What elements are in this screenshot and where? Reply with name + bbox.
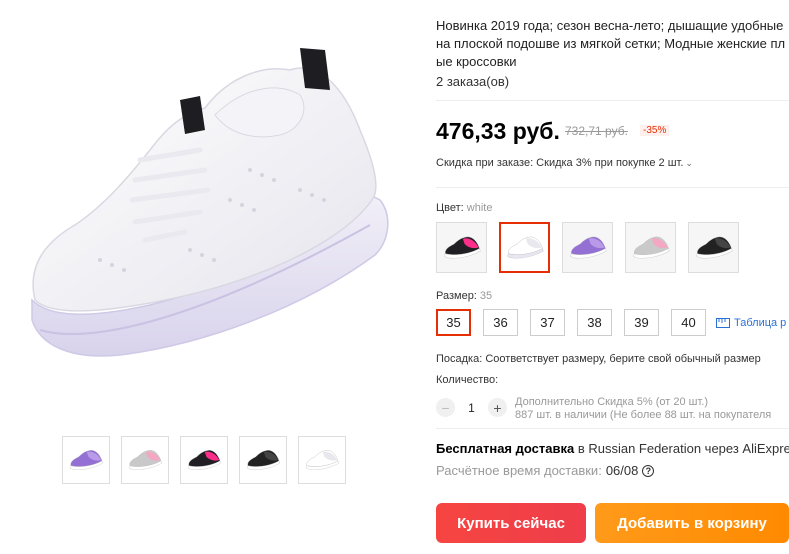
color-selected-value: white	[466, 202, 493, 214]
color-swatch-image	[443, 236, 481, 259]
buy-now-button[interactable]: Купить сейчас	[436, 503, 586, 543]
thumbnail-shoe-image	[187, 450, 222, 471]
size-selected-value: 35	[479, 290, 493, 302]
size-option-35[interactable]: 35	[436, 309, 471, 336]
orders-count: 2 заказа(ов)	[436, 74, 510, 89]
main-product-image[interactable]	[0, 0, 405, 415]
thumbnail-shoe-image	[128, 450, 163, 471]
product-title-line: Новинка 2019 года; сезон весна-лето; дыш…	[436, 18, 784, 33]
color-label-text: Цвет:	[436, 202, 467, 214]
color-option-purple[interactable]	[562, 222, 613, 273]
size-option-40[interactable]: 40	[671, 309, 706, 336]
color-options	[436, 222, 739, 273]
size-table-label: Таблица р	[734, 316, 787, 329]
discount-badge: -35%	[640, 125, 670, 136]
shipping-info: Бесплатная доставка в Russian Federation…	[436, 441, 789, 456]
size-option-36[interactable]: 36	[483, 309, 518, 336]
size-label-text: Размер:	[436, 290, 480, 302]
size-label: Размер: 35	[436, 290, 492, 302]
quantity-stepper: − 1 +	[436, 398, 507, 417]
color-swatch-image	[695, 236, 733, 259]
quantity-value[interactable]: 1	[455, 401, 488, 415]
current-price: 476,33 руб.	[436, 118, 560, 144]
thumbnail-shoe-image	[69, 450, 104, 471]
thumbnail-black-pink[interactable]	[180, 436, 228, 484]
divider	[436, 428, 789, 429]
product-title: Новинка 2019 года; сезон весна-лето; дыш…	[436, 17, 789, 71]
divider	[436, 187, 789, 188]
size-option-39[interactable]: 39	[624, 309, 659, 336]
thumbnail-black[interactable]	[239, 436, 287, 484]
stock-availability: 887 шт. в наличии (Не более 88 шт. на по…	[515, 409, 772, 421]
color-swatch-image	[569, 236, 607, 259]
size-option-37[interactable]: 37	[530, 309, 565, 336]
quantity-minus-button[interactable]: −	[436, 398, 455, 417]
color-option-black-pink[interactable]	[436, 222, 487, 273]
product-title-line: ые кроссовки	[436, 54, 517, 69]
product-title-line: на плоской подошве из мягкой сетки; Модн…	[436, 36, 786, 51]
fit-info: Посадка: Соответствует размеру, берите с…	[436, 353, 761, 365]
thumbnail-strip	[62, 436, 346, 484]
shipping-destination: в Russian Federation через AliExpre	[574, 441, 789, 456]
eta-date: 06/08	[605, 463, 639, 478]
quantity-plus-button[interactable]: +	[488, 398, 507, 417]
size-table-link[interactable]: Таблица р	[716, 317, 786, 329]
color-option-black[interactable]	[688, 222, 739, 273]
color-option-grey-pink[interactable]	[625, 222, 676, 273]
color-swatch-image	[506, 236, 544, 259]
ruler-icon	[716, 317, 730, 328]
size-option-38[interactable]: 38	[577, 309, 612, 336]
stock-info: Дополнительно Скидка 5% (от 20 шт.) 887 …	[515, 396, 771, 422]
color-label: Цвет: white	[436, 202, 492, 214]
help-icon[interactable]: ?	[642, 464, 655, 477]
free-shipping-label: Бесплатная доставка	[436, 441, 575, 456]
quantity-label: Количество:	[436, 374, 499, 386]
thumbnail-shoe-image	[305, 450, 340, 471]
eta-label: Расчётное время доставки:	[436, 463, 602, 478]
promo-discount[interactable]: Скидка при заказе: Скидка 3% при покупке…	[436, 157, 693, 169]
thumbnail-shoe-image	[246, 450, 281, 471]
add-to-cart-button[interactable]: Добавить в корзину	[595, 503, 789, 543]
thumbnail-purple[interactable]	[62, 436, 110, 484]
bulk-discount-note: Дополнительно Скидка 5% (от 20 шт.)	[515, 396, 709, 408]
divider	[436, 100, 789, 101]
size-options: 35 36 37 38 39 40 Таблица р	[436, 309, 786, 336]
delivery-estimate: Расчётное время доставки: 06/08 ?	[436, 463, 655, 478]
thumbnail-white[interactable]	[298, 436, 346, 484]
color-option-white[interactable]	[499, 222, 550, 273]
old-price: 732,71 руб.	[565, 124, 628, 138]
chevron-down-icon[interactable]: ⌄	[685, 158, 693, 168]
promo-text: Скидка при заказе: Скидка 3% при покупке…	[436, 157, 684, 169]
thumbnail-grey-pink[interactable]	[121, 436, 169, 484]
color-swatch-image	[632, 236, 670, 259]
